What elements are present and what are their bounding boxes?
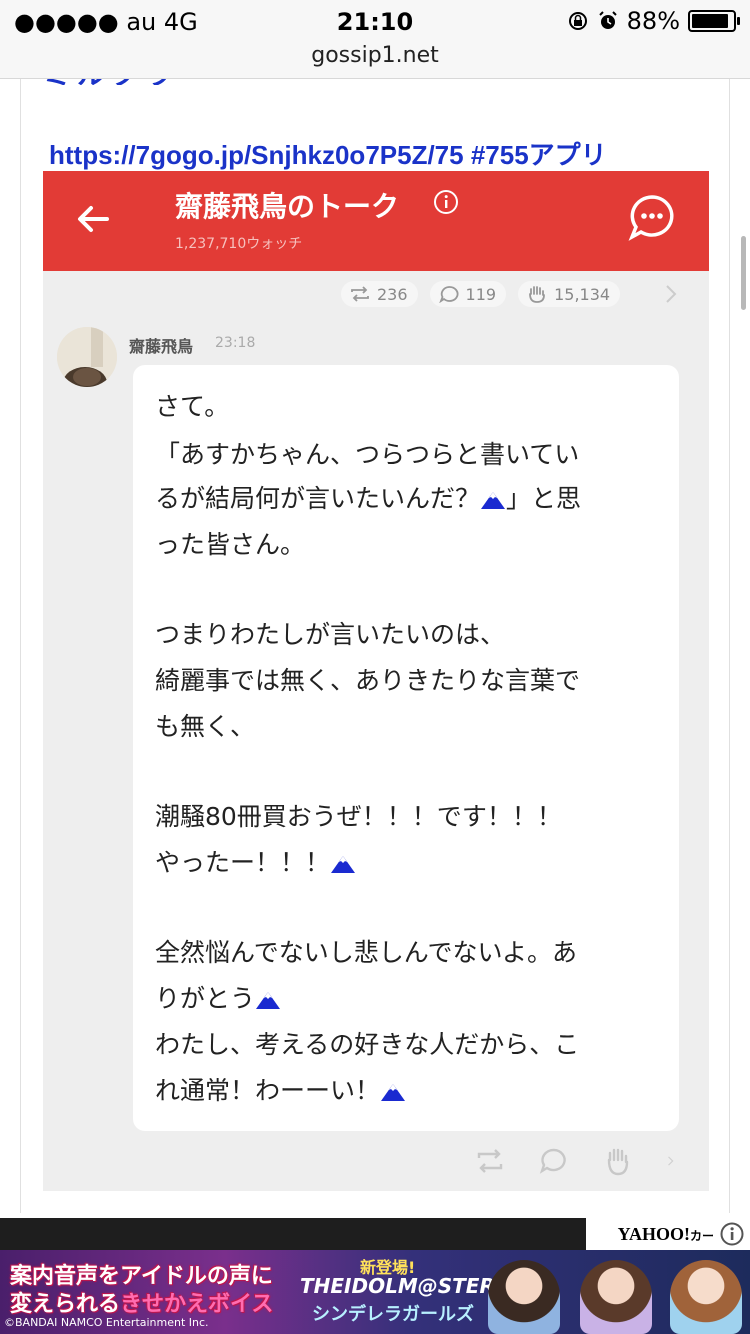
message-line: れ通常！わーーい！ bbox=[155, 1073, 406, 1109]
message-line: 全然悩んでないし悲しんでないよ。あ bbox=[155, 938, 578, 967]
comment-bubble-icon[interactable] bbox=[627, 193, 677, 243]
back-arrow-icon[interactable] bbox=[73, 199, 113, 239]
status-indicators: 88% bbox=[567, 7, 740, 35]
comment-icon bbox=[438, 286, 459, 303]
talk-header: 齋藤飛鳥のトーク 1,237,710ウォッチ bbox=[43, 171, 709, 271]
comment-icon[interactable] bbox=[537, 1146, 571, 1176]
message-line: 綺麗事では無く、ありきたりな言葉で bbox=[155, 666, 581, 695]
stats-row: 236 119 15,134 bbox=[341, 281, 621, 307]
message-line: るが結局何が言いたいんだ？ 」と思 bbox=[155, 484, 582, 513]
article-link[interactable]: https://7gogo.jp/Snjhkz0o7P5Z/75 #755アプリ bbox=[49, 135, 607, 172]
message-line: さて。 bbox=[155, 392, 230, 421]
ad-character-image bbox=[488, 1260, 560, 1334]
clap-hand-icon[interactable] bbox=[601, 1146, 635, 1176]
message-line: 潮騒80冊買おうぜ！！！です！！！ bbox=[155, 802, 562, 831]
mountain-emoji-icon bbox=[381, 1084, 406, 1101]
message-line: りがとう bbox=[155, 981, 281, 1017]
message-line: わたし、考えるの好きな人だから、こ bbox=[155, 1030, 580, 1059]
clap-hand-icon bbox=[529, 286, 545, 303]
repost-icon[interactable] bbox=[473, 1146, 507, 1176]
ad-logo: THEIDOLM@STER bbox=[300, 1274, 495, 1298]
message-bubble: さて。 「あすかちゃん、つらつらと書いてい るが結局何が言いたいんだ？ 」と思 っ… bbox=[133, 365, 679, 1131]
ad-info-icon[interactable] bbox=[720, 1222, 744, 1246]
post-time: 23:18 bbox=[215, 335, 256, 351]
scrollbar[interactable] bbox=[741, 236, 746, 310]
alarm-icon bbox=[598, 11, 617, 29]
avatar[interactable] bbox=[57, 327, 117, 387]
mountain-emoji-icon bbox=[331, 856, 356, 873]
battery-icon bbox=[688, 10, 740, 32]
post-actions bbox=[473, 1146, 685, 1176]
mountain-emoji-icon bbox=[481, 492, 506, 509]
message-line: やったー！！！ bbox=[155, 845, 356, 881]
comment-stat[interactable]: 119 bbox=[429, 281, 507, 307]
mountain-emoji-icon bbox=[256, 992, 281, 1009]
yahoo-logo: YAHOO!カー bbox=[617, 1223, 714, 1244]
battery-percent: 88% bbox=[626, 7, 680, 35]
repost-stat[interactable]: 236 bbox=[341, 281, 418, 307]
ad-character-image bbox=[580, 1260, 652, 1334]
clap-stat[interactable]: 15,134 bbox=[518, 281, 621, 307]
watch-count: 1,237,710ウォッチ bbox=[175, 236, 303, 252]
address-bar[interactable]: gossip1.net bbox=[0, 40, 750, 79]
ad-banner[interactable]: 案内音声をアイドルの声に 変えられるきせかえボイス ©BANDAI NAMCO … bbox=[0, 1250, 750, 1334]
url-text: gossip1.net bbox=[311, 43, 439, 68]
ad-logo-sub: シンデレラガールズ bbox=[312, 1304, 474, 1325]
message-line: 「あすかちゃん、つらつらと書いてい bbox=[155, 440, 580, 469]
ad-copyright: ©BANDAI NAMCO Entertainment Inc. bbox=[4, 1316, 209, 1329]
chevron-right-icon[interactable] bbox=[663, 281, 679, 307]
repost-icon bbox=[351, 286, 369, 302]
ad-badge[interactable]: YAHOO!カー bbox=[586, 1218, 750, 1250]
chevron-right-icon[interactable] bbox=[665, 1146, 685, 1176]
message-line: も無く、 bbox=[155, 712, 256, 741]
message-line: った皆さん。 bbox=[155, 530, 306, 559]
rotation-lock-icon bbox=[568, 12, 587, 30]
article-content: ミルクライ https://7gogo.jp/Snjhkz0o7P5Z/75 #… bbox=[20, 79, 730, 1213]
status-bar: ●●●●● au 4G 21:10 88% bbox=[0, 0, 750, 40]
cut-off-text: ミルクライ bbox=[43, 79, 203, 85]
message-line: つまりわたしが言いたいのは、 bbox=[155, 620, 506, 649]
post-author: 齋藤飛鳥 bbox=[129, 337, 194, 356]
ad-subheadline: 変えられるきせかえボイス bbox=[10, 1292, 274, 1317]
info-icon[interactable] bbox=[433, 189, 459, 215]
embedded-screenshot: 齋藤飛鳥のトーク 1,237,710ウォッチ 236 119 15,134 齋藤… bbox=[43, 171, 709, 1191]
talk-title: 齋藤飛鳥のトーク bbox=[175, 190, 400, 223]
ad-character-image bbox=[670, 1260, 742, 1334]
